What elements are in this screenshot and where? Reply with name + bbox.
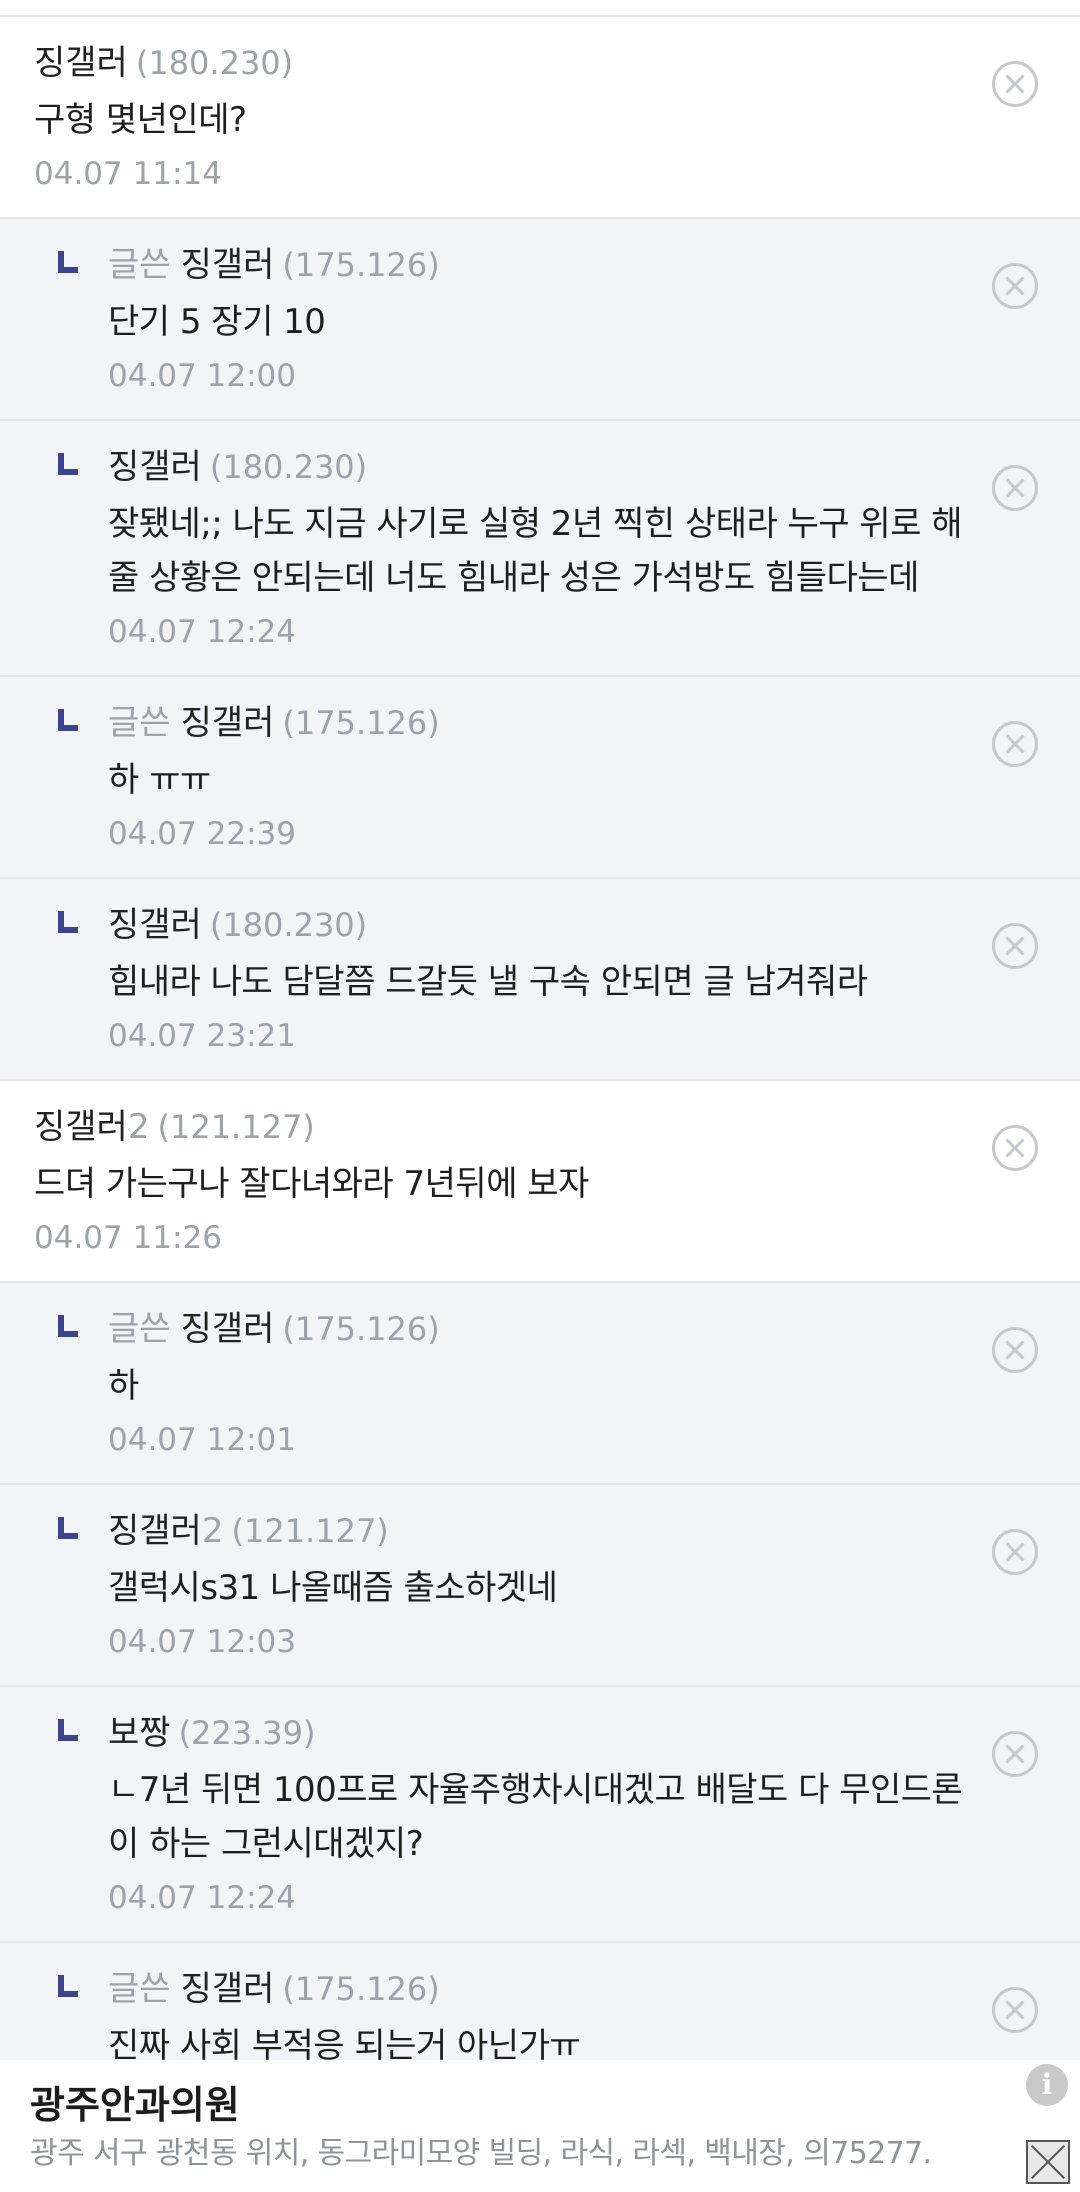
comment-date: 04.07 12:03 [108,1624,296,1660]
comment-date: 04.07 12:01 [108,1422,296,1458]
comment-text: ㄴ7년 뒤면 100프로 자율주행차시대겠고 배달도 다 무인드론이 하는 그런… [108,1770,963,1864]
top-divider [0,0,1080,17]
reply-arrow-icon [58,453,78,475]
nickname-suffix: 2 [127,1107,150,1147]
delete-comment-icon[interactable] [992,721,1038,767]
comment-header: 징갤러 (180.230) [108,445,980,489]
reply-arrow-icon [58,709,78,731]
ip-address: (180.230) [209,906,368,944]
comment-date: 04.07 11:26 [34,1220,222,1256]
nickname[interactable]: 징갤러 [108,905,202,945]
nickname-text: 징갤러 [108,905,202,945]
comment-header: 징갤러2 (121.127) [108,1509,980,1553]
reply-arrow-icon [58,1719,78,1741]
comment-date: 04.07 11:14 [34,156,222,192]
comment-text: 구형 몇년인데? [34,100,247,140]
ad-description[interactable]: 광주 서구 광천동 위치, 동그라미모양 빌딩, 라식, 라섹, 백내장, 의7… [30,2128,932,2172]
reply-arrow-icon [58,1315,78,1337]
ip-address: (175.126) [282,1970,440,2008]
reply-comment: 글쓴 징갤러 (175.126) 하 04.07 12:01 [0,1283,1080,1485]
comment-date: 04.07 23:21 [108,1018,296,1054]
nickname[interactable]: 보짱 [108,1713,171,1753]
reply-comment: 징갤러2 (121.127) 갤럭시s31 나올때즘 출소하겟네 04.07 12:0… [0,1485,1080,1687]
nickname-text: 징갤러 [34,1107,128,1147]
author-badge: 글쓴 [108,703,171,743]
ip-address: (180.230) [135,44,294,82]
comment-header: 글쓴 징갤러 (175.126) [108,701,980,745]
reply-comment: 글쓴 징갤러 (175.126) 하 ㅠㅠ 04.07 22:39 [0,677,1080,879]
comment: 징갤러2 (121.127) 드뎌 가는구나 잘다녀와라 7년뒤에 보자 04.07 … [0,1081,1080,1283]
delete-comment-icon[interactable] [992,61,1038,107]
nickname[interactable]: 징갤러 [181,1969,275,2009]
nickname[interactable]: 징갤러 [181,703,275,743]
delete-comment-icon[interactable] [992,465,1038,511]
delete-comment-icon[interactable] [992,1529,1038,1575]
ip-address: (121.127) [231,1512,389,1550]
comment-header: 글쓴 징갤러 (175.126) [108,1307,980,1351]
delete-comment-icon[interactable] [992,1731,1038,1777]
nickname[interactable]: 징갤러2 [34,1107,149,1147]
author-badge: 글쓴 [108,1309,171,1349]
ip-address: (175.126) [282,704,440,742]
delete-comment-icon[interactable] [992,1327,1038,1373]
reply-comment: 보짱 (223.39) ㄴ7년 뒤면 100프로 자율주행차시대겠고 배달도 다 무… [0,1687,1080,1943]
reply-comment: 징갤러 (180.230) 잦됐네;; 나도 지금 사기로 실형 2년 찍힌 상태라… [0,421,1080,677]
nickname[interactable]: 징갤러2 [108,1511,223,1551]
reply-arrow-icon [58,911,78,933]
ip-address: (180.230) [209,448,368,486]
nickname-text: 징갤러 [180,703,275,743]
ip-address: (223.39) [178,1714,316,1752]
reply-comment: 징갤러 (180.230) 힘내라 나도 담달쯤 드갈듯 낼 구속 안되면 글 남겨… [0,879,1080,1081]
ip-address: (175.126) [282,246,440,284]
nickname-text: 징갤러 [180,245,275,285]
comment-text: 힘내라 나도 담달쯤 드갈듯 낼 구속 안되면 글 남겨줘라 [108,962,868,1002]
author-badge: 글쓴 [108,245,171,285]
comment-text: 하 ㅠㅠ [108,760,211,800]
comment-header: 징갤러 (180.230) [108,903,980,947]
comment: 징갤러 (180.230) 구형 몇년인데? 04.07 11:14 [0,17,1080,219]
nickname-text: 징갤러 [108,447,202,487]
reply-arrow-icon [58,251,78,273]
nickname[interactable]: 징갤러 [181,1309,275,1349]
ad-title[interactable]: 광주안과의원 [30,2074,240,2129]
info-icon[interactable]: i [1026,2064,1068,2106]
reply-arrow-icon [58,1975,78,1997]
delete-comment-icon[interactable] [992,1125,1038,1171]
ad-banner[interactable]: 광주안과의원 광주 서구 광천동 위치, 동그라미모양 빌딩, 라식, 라섹, … [0,2060,1080,2192]
comment-text: 잦됐네;; 나도 지금 사기로 실형 2년 찍힌 상태라 누구 위로 해줄 상황… [108,504,963,598]
comment-text: 하 [108,1366,139,1406]
comment-header: 징갤러 (180.230) [34,41,980,85]
comment-header: 글쓴 징갤러 (175.126) [108,1967,980,2011]
nickname-text: 징갤러 [180,1309,275,1349]
comment-list: 징갤러 (180.230) 구형 몇년인데? 04.07 11:14 글쓴 징갤러 (175… [0,17,1080,2097]
nickname-text: 징갤러 [180,1969,275,2009]
comment-text: 단기 5 장기 10 [108,302,326,342]
comment-header: 글쓴 징갤러 (175.126) [108,243,980,287]
nickname-text: 보짱 [108,1713,171,1753]
delete-comment-icon[interactable] [992,1987,1038,2033]
comment-date: 04.07 12:24 [108,614,296,650]
nickname[interactable]: 징갤러 [181,245,275,285]
comment-date: 04.07 22:39 [108,816,296,852]
comment-date: 04.07 12:24 [108,1880,296,1916]
comment-header: 징갤러2 (121.127) [34,1105,980,1149]
comment-header: 보짱 (223.39) [108,1711,980,1755]
reply-arrow-icon [58,1517,78,1539]
nickname-text: 징갤러 [108,1511,202,1551]
author-badge: 글쓴 [108,1969,171,2009]
nickname-text: 징갤러 [34,43,128,83]
nickname[interactable]: 징갤러 [108,447,202,487]
delete-comment-icon[interactable] [992,263,1038,309]
comment-date: 04.07 12:00 [108,358,296,394]
nickname[interactable]: 징갤러 [34,43,128,83]
delete-comment-icon[interactable] [992,923,1038,969]
nickname-suffix: 2 [201,1511,224,1551]
ip-address: (121.127) [157,1108,315,1146]
close-icon[interactable] [1026,2140,1070,2184]
reply-comment: 글쓴 징갤러 (175.126) 단기 5 장기 10 04.07 12:00 [0,219,1080,421]
comment-text: 드뎌 가는구나 잘다녀와라 7년뒤에 보자 [34,1164,589,1204]
comment-text: 갤럭시s31 나올때즘 출소하겟네 [108,1568,558,1608]
ip-address: (175.126) [282,1310,440,1348]
